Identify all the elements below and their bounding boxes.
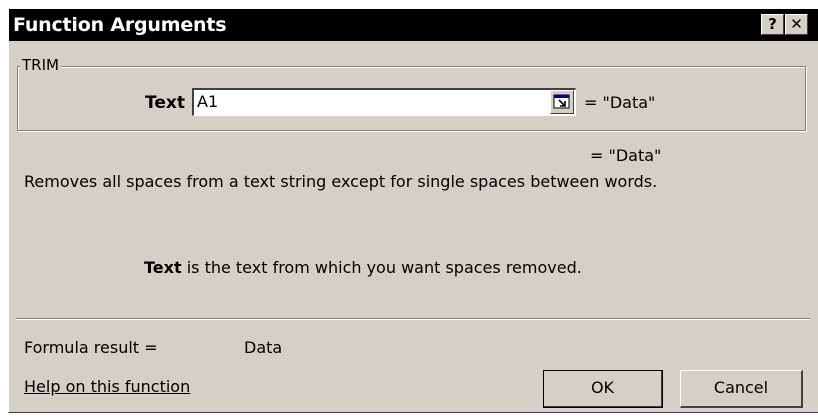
text-argument-input[interactable]: A1 — [192, 88, 576, 116]
cancel-button[interactable]: Cancel — [680, 370, 803, 408]
help-on-function-link[interactable]: Help on this function — [24, 377, 190, 396]
title-bar[interactable]: Function Arguments ? ✕ — [9, 9, 818, 41]
argument-evaluated-value: = "Data" — [584, 93, 656, 112]
argument-description-text: is the text from which you want spaces r… — [181, 258, 582, 277]
ok-button[interactable]: OK — [543, 370, 663, 408]
dialog-title: Function Arguments — [13, 14, 227, 36]
argument-description-name: Text — [144, 258, 182, 277]
text-argument-label: Text — [145, 93, 185, 113]
function-result-preview: = "Data" — [590, 146, 662, 165]
function-name-label: TRIM — [20, 56, 61, 74]
formula-result-value: Data — [244, 338, 283, 357]
separator — [16, 318, 810, 320]
formula-result-label: Formula result = — [24, 338, 158, 357]
collapse-dialog-icon[interactable] — [550, 90, 574, 114]
help-icon[interactable]: ? — [761, 14, 784, 35]
argument-description: Text is the text from which you want spa… — [144, 258, 582, 277]
function-description: Removes all spaces from a text string ex… — [24, 172, 658, 191]
close-icon[interactable]: ✕ — [785, 14, 808, 35]
